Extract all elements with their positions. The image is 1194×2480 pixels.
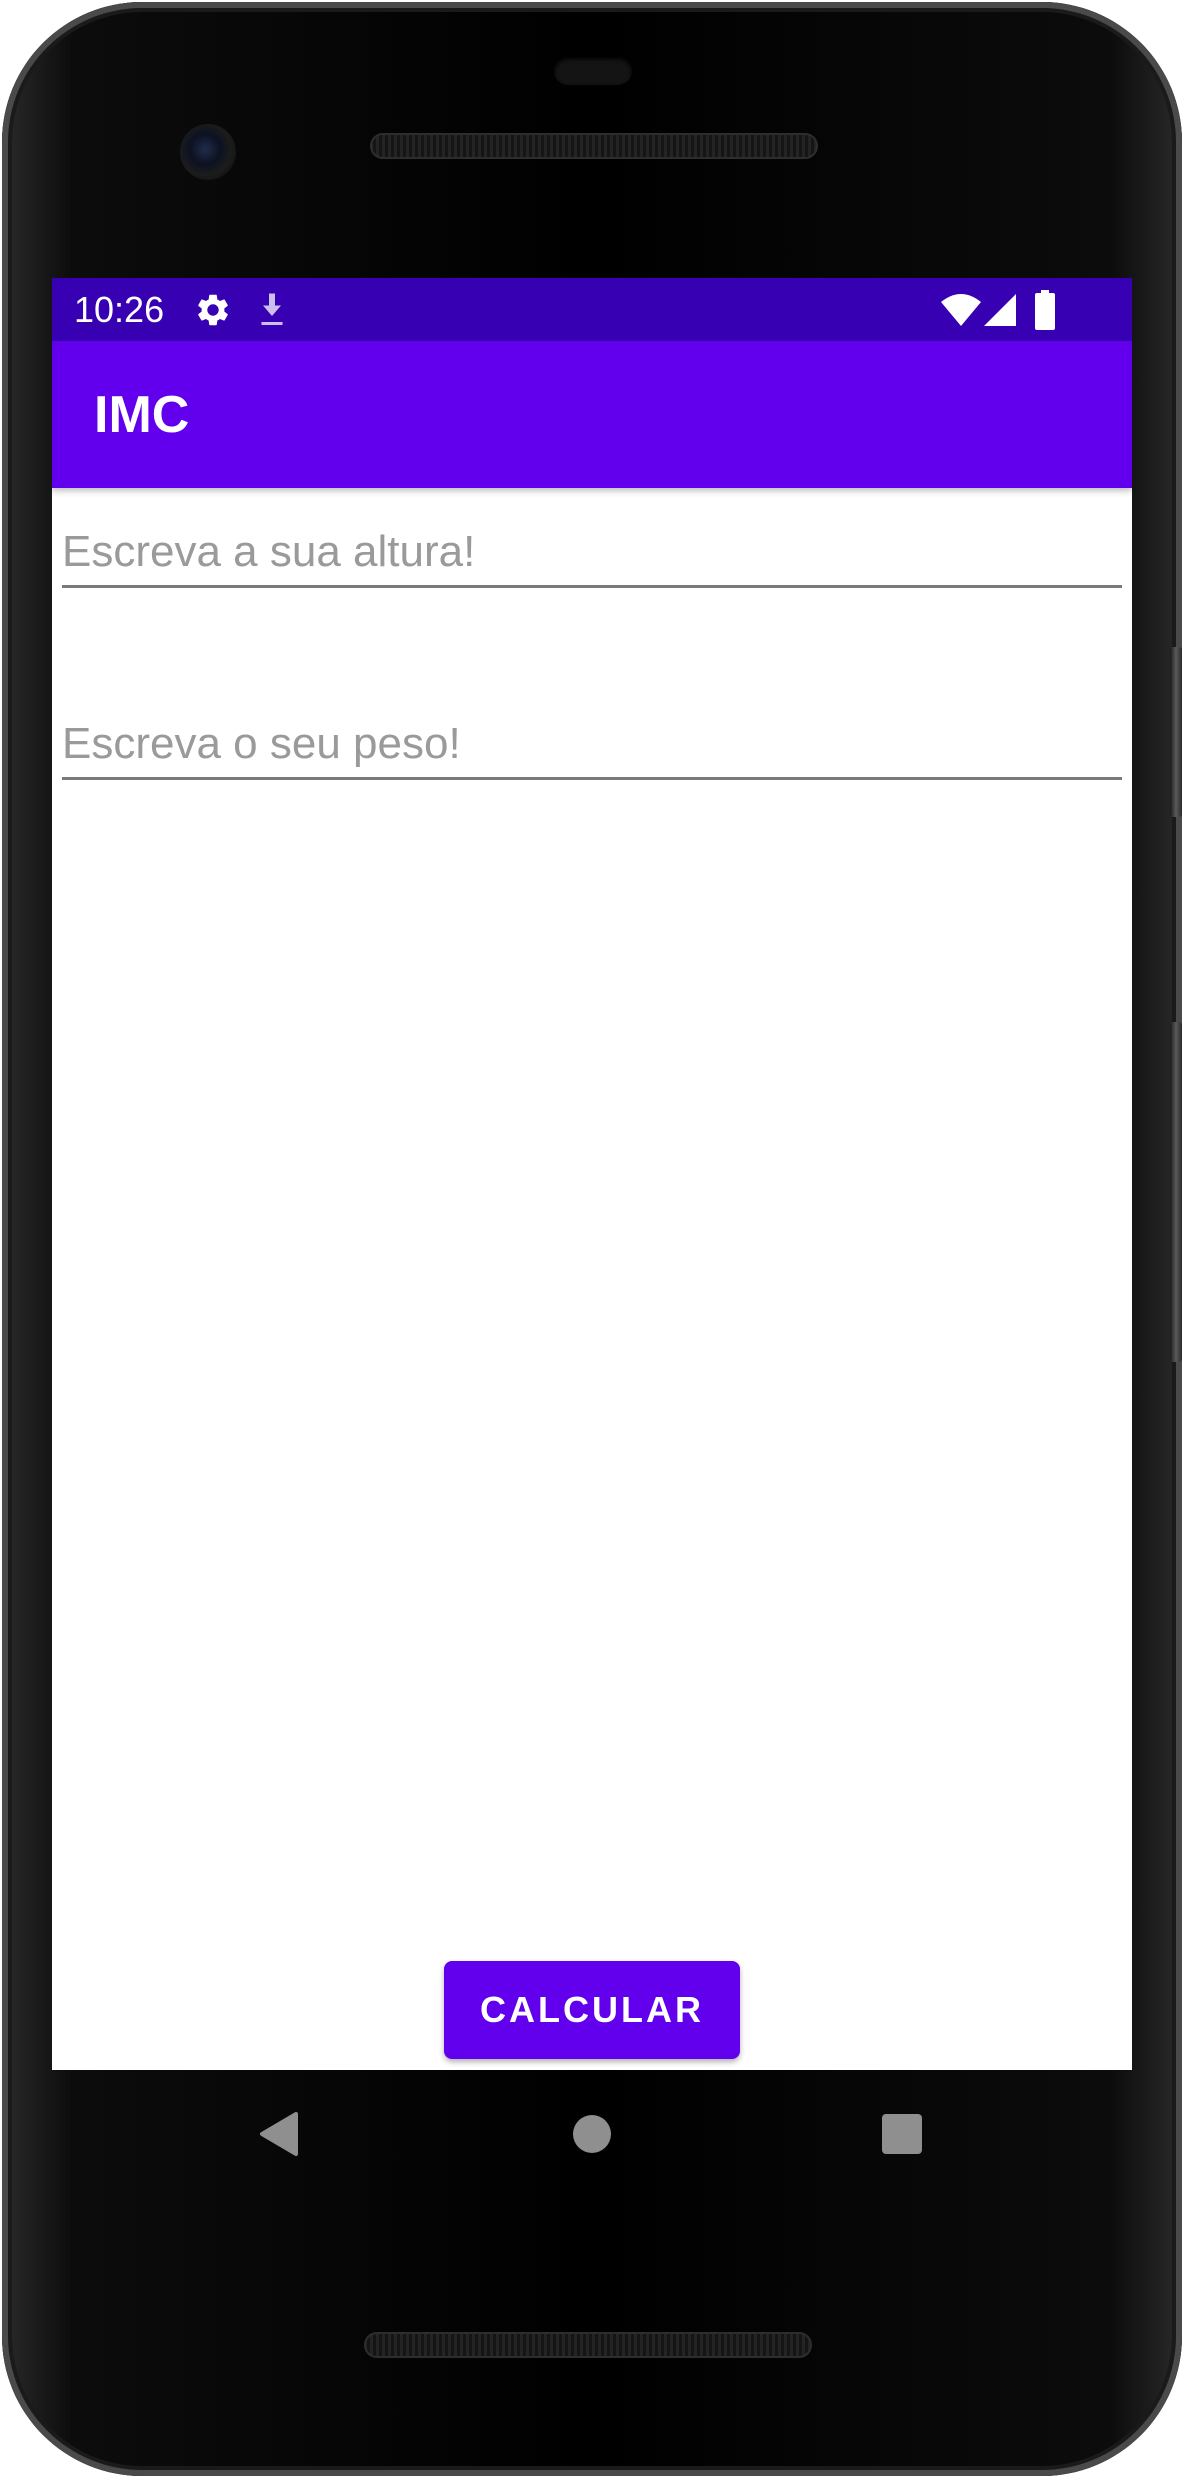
volume-button [1170, 1022, 1182, 1362]
signal-icon [984, 294, 1016, 326]
app-screen: 10:26 IMC CALCULAR [52, 278, 1132, 2070]
recents-icon [882, 2114, 922, 2154]
download-icon [261, 293, 283, 325]
power-button [1170, 647, 1182, 817]
front-camera [180, 124, 236, 180]
recents-button[interactable] [862, 2094, 942, 2174]
wifi-icon [941, 294, 981, 326]
app-title: IMC [94, 386, 190, 444]
battery-icon [1035, 290, 1055, 330]
back-icon [260, 2112, 298, 2156]
calculate-button[interactable]: CALCULAR [444, 1961, 740, 2059]
status-bar: 10:26 [52, 278, 1132, 341]
navigation-bar [52, 2070, 1132, 2200]
back-button[interactable] [238, 2094, 318, 2174]
height-input[interactable] [62, 518, 1122, 588]
proximity-sensor [554, 57, 632, 85]
earpiece-speaker [370, 133, 818, 159]
bottom-speaker [364, 2332, 812, 2358]
app-bar: IMC [52, 341, 1132, 488]
home-button[interactable] [552, 2094, 632, 2174]
home-icon [573, 2115, 611, 2153]
status-time: 10:26 [74, 289, 165, 330]
settings-icon [198, 294, 228, 326]
weight-input[interactable] [62, 710, 1122, 780]
